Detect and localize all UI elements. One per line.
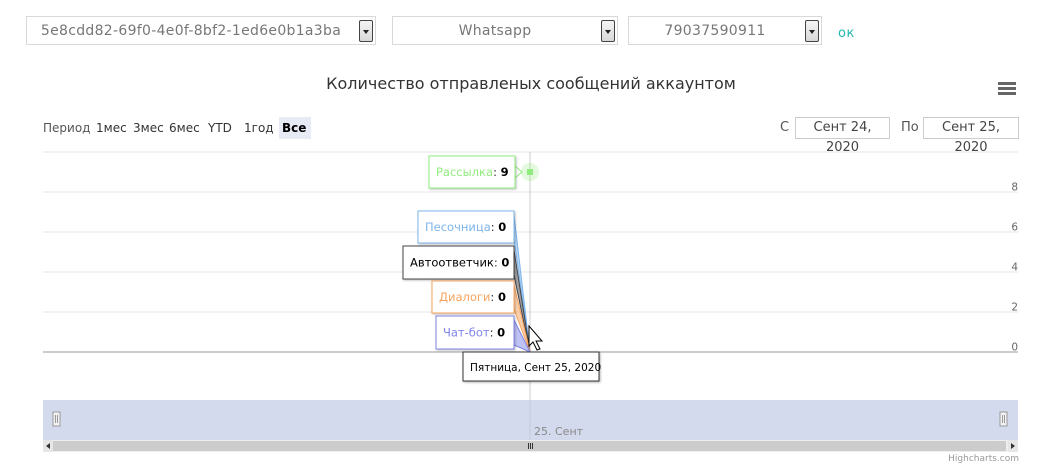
series-name: Песочница [425,220,491,234]
series-value: 9 [501,165,509,179]
series-value: 0 [501,256,509,270]
tooltip-text: Чат-бот: 0 [443,326,505,340]
credits-link[interactable]: Highcharts.com [948,454,1019,464]
tooltip-text: Рассылка: 9 [436,165,509,179]
navigator-handle-left[interactable] [52,411,61,427]
tooltip-box: Песочница: 0 [417,210,515,244]
y-tick-label: 8 [1011,182,1018,194]
tooltip-box: Рассылка: 9 [428,155,516,189]
y-tick-label: 4 [1011,262,1018,274]
y-tick-label: 2 [1011,302,1018,314]
series-name: Рассылка [436,165,493,179]
tooltip-text: Автоответчик: 0 [410,256,509,270]
series-name: Диалоги [439,290,490,304]
navigator-label: 25. Сент [534,425,584,438]
series-name: Чат-бот [443,326,490,340]
tooltip-text: Диалоги: 0 [439,290,506,304]
series-value: 0 [498,220,506,234]
series-name: Автоответчик [410,256,494,270]
series-marker [527,169,533,175]
tooltip-box: Диалоги: 0 [431,280,515,314]
tooltip-box: Автоответчик: 0 [402,245,515,280]
tooltip-box: Чат-бот: 0 [435,315,515,350]
series-value: 0 [498,290,506,304]
navigator[interactable]: 25. Сент [43,400,1018,440]
series-value: 0 [497,326,505,340]
tooltip-header: Пятница, Сент 25, 2020 [470,362,601,374]
chart-area: 0 2 4 6 8 Рассылка: 9 Песочница: 0 Автоответчи… [43,151,1018,452]
navigator-handle-right[interactable] [999,411,1008,427]
y-tick-label: 0 [1011,342,1018,354]
tooltip-connector [514,165,523,179]
tooltip-text: Песочница: 0 [425,220,506,234]
scrollbar-thumb[interactable] [53,441,1006,451]
tooltip-header-box: Пятница, Сент 25, 2020 [462,351,601,382]
y-tick-label: 6 [1011,222,1018,234]
cursor-icon [528,324,544,351]
scrollbar[interactable] [43,440,1018,452]
